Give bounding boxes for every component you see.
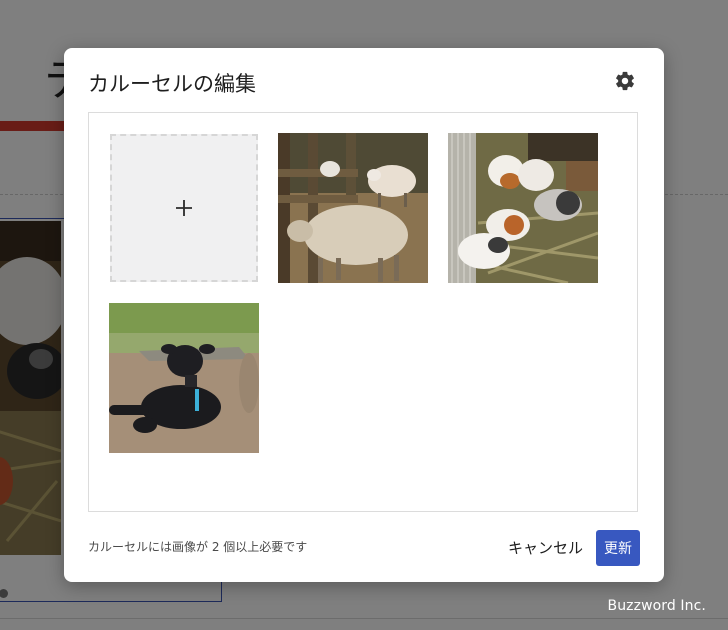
- minimum-images-hint: カルーセルには画像が 2 個以上必要です: [88, 540, 308, 554]
- add-image-button[interactable]: [110, 134, 258, 282]
- update-button[interactable]: 更新: [596, 530, 640, 566]
- plus-icon: [176, 200, 192, 216]
- gear-icon: [616, 71, 634, 91]
- edit-carousel-dialog: カルーセルの編集 カルーセルには画像が 2 個以上必要です キャンセル 更新: [64, 48, 664, 582]
- carousel-image-guinea-pigs[interactable]: [448, 133, 598, 283]
- watermark: Buzzword Inc.: [607, 598, 706, 614]
- carousel-image-sheep[interactable]: [278, 133, 428, 283]
- cancel-button[interactable]: キャンセル: [500, 530, 591, 566]
- settings-button[interactable]: [612, 68, 638, 94]
- carousel-image-black-lamb[interactable]: [109, 303, 259, 453]
- dialog-title: カルーセルの編集: [88, 72, 256, 96]
- image-grid: [88, 112, 638, 512]
